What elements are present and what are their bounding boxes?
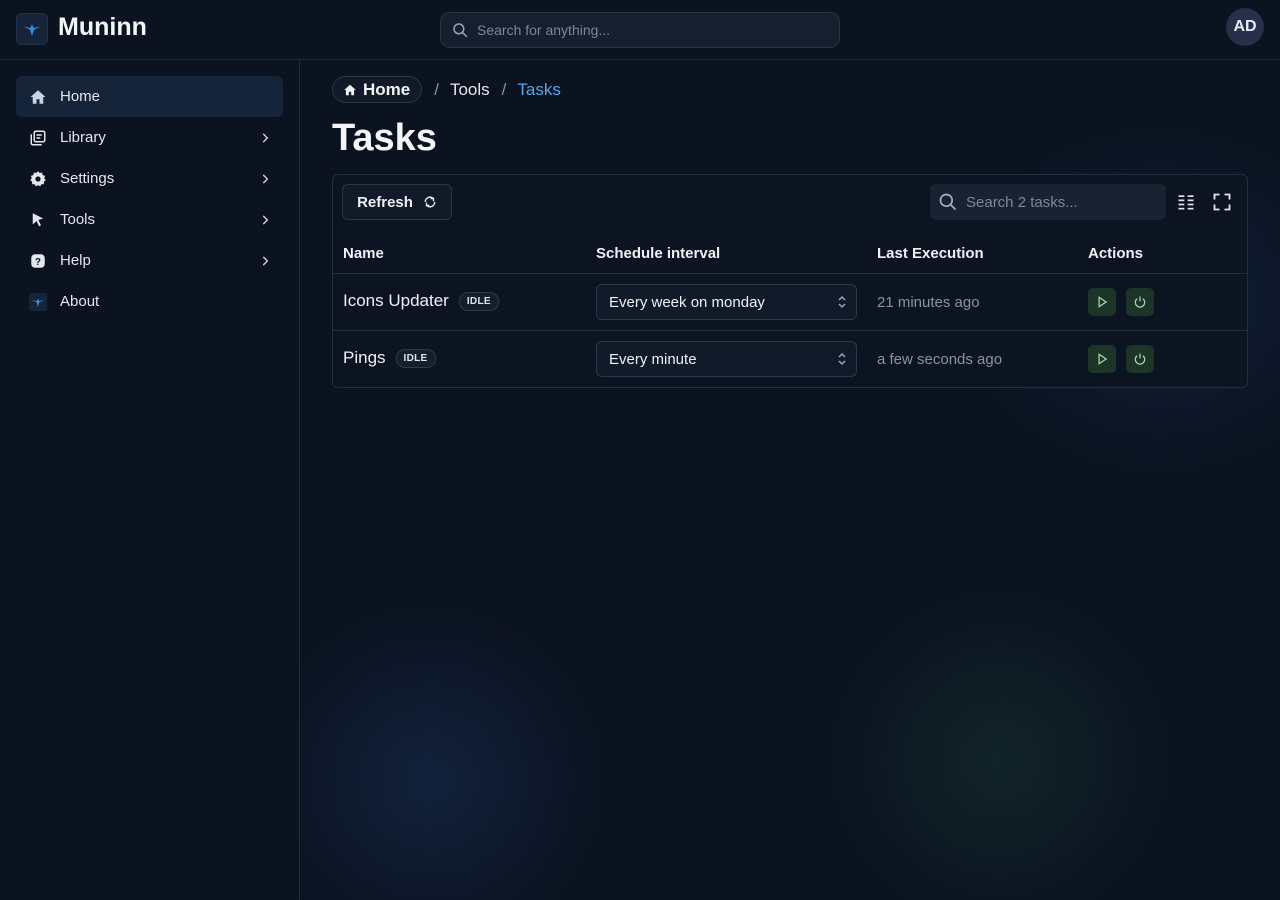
play-icon [1098,353,1108,365]
task-search[interactable] [930,184,1166,220]
chevron-right-icon [257,253,273,269]
task-name-cell: Icons Updater IDLE [343,291,499,311]
app-title[interactable]: Muninn [58,13,147,42]
breadcrumb-tools[interactable]: Tools [450,80,490,100]
column-header-actions: Actions [1088,245,1144,262]
chevron-right-icon [257,171,273,187]
raven-logo-icon [22,24,42,37]
breadcrumb-current: Tasks [517,79,561,99]
page-title: Tasks [332,117,437,159]
chevron-up-down-icon [828,295,856,309]
schedule-interval-value: Every week on monday [609,293,765,311]
sidebar-item-label: Library [60,129,106,146]
sidebar: Home Library Settings Tools ? Help About [0,60,300,900]
task-name: Pings [343,348,386,367]
sidebar-item-about[interactable]: About [16,281,283,322]
toggle-task-button[interactable] [1126,288,1154,316]
task-name-cell: Pings IDLE [343,348,436,368]
task-name: Icons Updater [343,291,449,310]
question-icon: ? [28,251,48,271]
sidebar-item-home[interactable]: Home [16,76,283,117]
breadcrumb-separator: / [501,79,507,99]
row-divider [333,330,1247,331]
chevron-right-icon [257,130,273,146]
breadcrumb: Home / Tools / Tasks [332,76,561,103]
sidebar-item-settings[interactable]: Settings [16,158,283,199]
sidebar-item-library[interactable]: Library [16,117,283,158]
columns-toggle-icon[interactable] [1175,191,1197,213]
sidebar-item-label: Home [60,88,101,105]
row-divider [333,273,1247,274]
home-icon [28,87,48,107]
library-icon [28,128,48,148]
schedule-interval-select[interactable]: Every week on monday [596,284,857,320]
chevron-up-down-icon [828,352,856,366]
power-icon [1134,353,1146,365]
chevron-right-icon [257,212,273,228]
refresh-button-label: Refresh [357,193,413,211]
power-icon [1134,296,1146,308]
schedule-interval-select[interactable]: Every minute [596,341,857,377]
run-task-button[interactable] [1088,288,1116,316]
run-task-button[interactable] [1088,345,1116,373]
global-search-input[interactable] [477,22,817,38]
svg-text:?: ? [35,256,41,267]
breadcrumb-home-label: Home [363,79,411,99]
last-execution: 21 minutes ago [877,294,980,311]
status-badge: IDLE [395,348,436,368]
cursor-click-icon [28,210,48,230]
task-search-input[interactable] [966,193,1156,211]
column-header-schedule[interactable]: Schedule interval [596,245,720,262]
sidebar-item-label: Help [60,252,91,269]
column-header-name[interactable]: Name [343,245,384,262]
sidebar-item-help[interactable]: ? Help [16,240,283,281]
toggle-task-button[interactable] [1126,345,1154,373]
breadcrumb-separator: / [434,79,439,99]
play-icon [1098,296,1108,308]
app-logo[interactable] [16,13,48,45]
home-icon [344,84,356,95]
status-badge: IDLE [458,291,499,311]
sidebar-item-label: About [60,293,100,310]
column-header-last-execution[interactable]: Last Execution [877,245,984,262]
schedule-interval-value: Every minute [609,350,697,368]
refresh-button[interactable]: Refresh [342,184,452,220]
raven-logo-icon [28,292,48,312]
sidebar-item-label: Settings [60,170,115,187]
fullscreen-icon[interactable] [1211,191,1233,213]
gear-icon [28,169,48,189]
global-search[interactable] [440,12,840,48]
sidebar-item-tools[interactable]: Tools [16,199,283,240]
user-avatar[interactable]: AD [1226,8,1264,46]
breadcrumb-home[interactable]: Home [332,76,423,103]
sidebar-item-label: Tools [60,211,96,228]
top-header: Muninn AD [0,0,1280,60]
search-icon [939,193,957,211]
last-execution: a few seconds ago [877,351,1003,368]
tasks-table-card: Refresh Name Schedule interval [332,174,1248,388]
search-icon [453,23,468,38]
refresh-icon [424,196,436,208]
